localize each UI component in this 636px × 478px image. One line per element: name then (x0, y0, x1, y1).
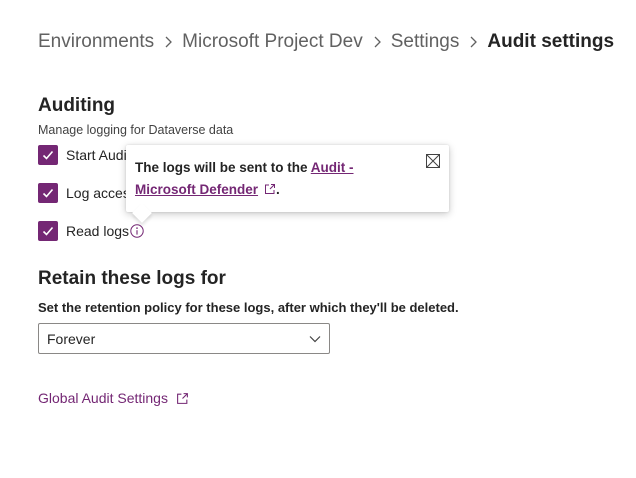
auditing-subtitle: Manage logging for Dataverse data (38, 123, 234, 137)
info-icon[interactable] (130, 224, 144, 238)
checkmark-icon (42, 226, 54, 236)
auditing-title: Auditing (38, 95, 116, 116)
breadcrumb-item-environment[interactable]: Microsoft Project Dev (182, 31, 363, 53)
retention-selected-value: Forever (47, 330, 96, 347)
retention-dropdown[interactable]: Forever (38, 323, 330, 354)
breadcrumb-item-settings[interactable]: Settings (391, 31, 460, 53)
start-auditing-row: Start Audi (38, 145, 127, 165)
start-auditing-label: Start Audi (66, 147, 127, 163)
checkmark-icon (42, 188, 54, 198)
external-link-icon (264, 180, 276, 202)
breadcrumb: Environments Microsoft Project Dev Setti… (38, 30, 614, 54)
external-link-icon (176, 392, 189, 405)
log-access-row: Log acces (38, 183, 130, 203)
retention-title: Retain these logs for (38, 268, 226, 289)
info-callout: The logs will be sent to the Audit - Mic… (126, 145, 449, 223)
log-access-checkbox[interactable] (38, 183, 58, 203)
breadcrumb-current: Audit settings (487, 31, 615, 52)
chevron-right-icon (459, 35, 487, 49)
log-access-label: Log acces (66, 185, 130, 201)
callout-text: The logs will be sent to the (135, 160, 311, 175)
breadcrumb-item-environments[interactable]: Environments (38, 31, 154, 53)
start-auditing-checkbox[interactable] (38, 145, 58, 165)
chevron-right-icon (154, 35, 182, 49)
chevron-right-icon (363, 35, 391, 49)
global-audit-settings-label: Global Audit Settings (38, 390, 168, 406)
callout-text-end: . (276, 182, 280, 197)
chevron-down-icon (308, 332, 322, 346)
read-logs-row: Read logs (38, 221, 144, 241)
close-icon[interactable] (426, 153, 440, 168)
read-logs-label: Read logs (66, 223, 130, 239)
read-logs-checkbox[interactable] (38, 221, 58, 241)
global-audit-settings-link[interactable]: Global Audit Settings (38, 390, 189, 406)
checkmark-icon (42, 150, 54, 160)
callout-beak (132, 203, 152, 223)
retention-description: Set the retention policy for these logs,… (38, 300, 459, 315)
